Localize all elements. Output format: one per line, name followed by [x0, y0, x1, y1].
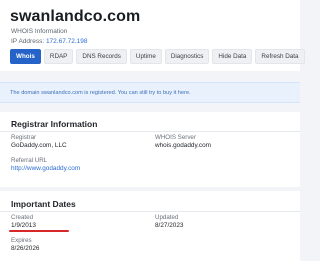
registration-notice: The domain swanlandco.com is registered.… [0, 82, 300, 103]
created-label: Created [11, 214, 34, 221]
tab-bar: Whois RDAP DNS Records Uptime Diagnostic… [10, 49, 305, 64]
header-card: swanlandco.com WHOIS Information IP Addr… [0, 0, 305, 71]
tab-diagnostics[interactable]: Diagnostics [164, 49, 210, 64]
refresh-data-button[interactable]: Refresh Data [255, 49, 305, 64]
domain-title: swanlandco.com [10, 8, 141, 25]
updated-value: 8/27/2023 [155, 222, 184, 229]
registrar-info-title: Registrar Information [11, 119, 98, 129]
page-subtitle: WHOIS Information [11, 28, 68, 35]
expires-value: 8/26/2026 [11, 245, 40, 252]
important-dates-card: Important Dates Created 1/9/2013 Updated… [0, 191, 300, 261]
whois-server-label: WHOIS Server [155, 134, 196, 141]
registrar-value: GoDaddy.com, LLC [11, 142, 67, 149]
ip-address-link[interactable]: 172.67.72.198 [46, 38, 88, 45]
tab-whois[interactable]: Whois [10, 49, 41, 64]
whois-server-value: whois.godaddy.com [155, 142, 212, 149]
ip-address-line: IP Address: 172.67.72.198 [11, 38, 88, 45]
section-divider [0, 131, 300, 132]
hide-data-button[interactable]: Hide Data [212, 49, 253, 64]
page: swanlandco.com WHOIS Information IP Addr… [0, 0, 305, 261]
registrar-info-card: Registrar Information Registrar GoDaddy.… [0, 112, 300, 187]
registrar-label: Registrar [11, 134, 37, 141]
tab-rdap[interactable]: RDAP [43, 49, 74, 64]
created-value: 1/9/2013 [11, 222, 36, 229]
important-dates-title: Important Dates [11, 199, 76, 209]
notice-text[interactable]: The domain swanlandco.com is registered.… [10, 90, 191, 96]
ip-address-label: IP Address: [11, 38, 45, 45]
tab-uptime[interactable]: Uptime [129, 49, 162, 64]
section-divider [0, 211, 300, 212]
referral-url-label: Referral URL [11, 157, 48, 164]
tab-dns-records[interactable]: DNS Records [76, 49, 127, 64]
highlight-underline [9, 230, 69, 232]
expires-label: Expires [11, 237, 32, 244]
referral-url-link[interactable]: http://www.godaddy.com [11, 165, 80, 172]
updated-label: Updated [155, 214, 179, 221]
